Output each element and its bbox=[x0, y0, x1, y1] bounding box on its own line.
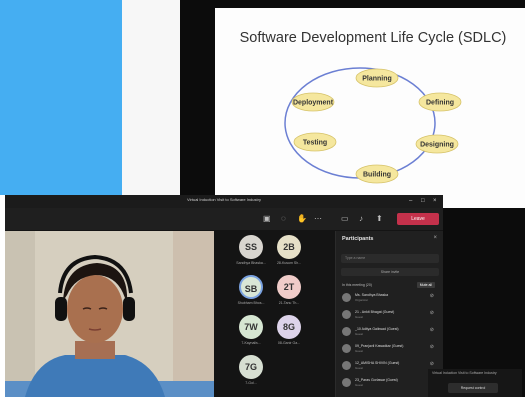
phase-label: Building bbox=[363, 172, 391, 179]
participant-name: _10 Aditya Gaikwad (Guest) bbox=[355, 327, 399, 331]
participant-role: Guest bbox=[355, 315, 364, 319]
phase-label: Deployment bbox=[293, 100, 334, 107]
participant-tile-name: 7-Gol... bbox=[245, 381, 257, 385]
participant-row[interactable]: 12_AMISHA SHIVIN (Guest) Guest ⊘ bbox=[342, 359, 438, 375]
participant-role: Guest bbox=[355, 332, 364, 336]
phase-label: Planning bbox=[362, 76, 392, 83]
sdlc-cycle-diagram: Planning Defining Designing Building Testing… bbox=[284, 67, 462, 184]
phase-label: Designing bbox=[420, 142, 454, 149]
speaker-video-frame bbox=[5, 231, 214, 397]
mini-window-title: Virtual Induction Visit to Software Indu… bbox=[432, 371, 497, 375]
participant-tile-name: 7-Kaynalis... bbox=[241, 341, 261, 345]
leave-button-label: Leave bbox=[411, 216, 425, 222]
participant-tile[interactable]: 8G 08-Ganir Ga... bbox=[271, 315, 307, 345]
mic-muted-icon: ⊘ bbox=[429, 293, 434, 299]
more-options-icon[interactable]: ⋯ bbox=[314, 214, 322, 224]
speaker-video bbox=[5, 231, 214, 397]
mute-all-button[interactable]: Mute all bbox=[416, 282, 435, 288]
share-screen-icon[interactable]: ⬆ bbox=[376, 214, 383, 224]
phase-node-planning: Planning bbox=[355, 68, 399, 88]
mic-muted-icon: ⊘ bbox=[429, 310, 434, 316]
participant-avatar bbox=[342, 327, 351, 336]
request-control-button[interactable]: Request control bbox=[448, 383, 498, 393]
participant-name: Ms. Sandhya Bhaska bbox=[355, 293, 389, 297]
participant-tile[interactable]: 2T 21-Tanu Th... bbox=[271, 275, 307, 305]
close-icon[interactable]: × bbox=[433, 196, 437, 206]
participant-tile[interactable]: 7W 7-Kaynalis... bbox=[233, 315, 269, 345]
share-invite-button[interactable]: Share invite bbox=[341, 268, 439, 276]
participants-icon[interactable]: ▣ bbox=[263, 214, 271, 224]
participant-tile-name: Shubham Bhos... bbox=[237, 301, 265, 305]
participant-initials-avatar: 2B bbox=[277, 235, 301, 259]
participant-initials-avatar: 8G bbox=[277, 315, 301, 339]
mic-muted-icon: ⊘ bbox=[429, 361, 434, 367]
cycle-ring bbox=[284, 67, 436, 179]
participant-role: Organizer bbox=[355, 298, 369, 302]
participant-tile[interactable]: 7G 7-Gol... bbox=[233, 355, 269, 385]
leave-button[interactable]: Leave bbox=[397, 213, 439, 225]
participant-tile-name: 28-Kusum Sh... bbox=[276, 261, 302, 265]
participant-name: 21 - Ankit Bhagat (Guest) bbox=[355, 310, 395, 314]
meeting-window: Virtual Induction Visit to Software Indu… bbox=[5, 195, 443, 397]
participant-initials-avatar: 2T bbox=[277, 275, 301, 299]
participant-name: 12_AMISHA SHIVIN (Guest) bbox=[355, 361, 400, 365]
participant-avatar bbox=[342, 310, 351, 319]
screen: Software Development Life Cycle (SDLC) P… bbox=[0, 0, 525, 397]
participant-row[interactable]: 21 - Ankit Bhagat (Guest) Guest ⊘ bbox=[342, 308, 438, 324]
participant-role: Guest bbox=[355, 366, 364, 370]
participant-tiles: SS Sandhya Bhaska... 2B 28-Kusum Sh... SB Shu… bbox=[227, 235, 335, 397]
meeting-toolbar: ▣ ◌ ✋ ⋯ ▭ ♪ ⬆ Leave bbox=[5, 208, 443, 230]
desktop-background-blue bbox=[0, 0, 122, 195]
mic-muted-icon: ⊘ bbox=[429, 344, 434, 350]
phase-label: Defining bbox=[426, 100, 454, 107]
participant-row[interactable]: 09_Pranjavli Kawadkar (Guest) Guest ⊘ bbox=[342, 342, 438, 358]
in-meeting-section-header[interactable]: In this meeting (20) bbox=[342, 283, 372, 287]
mini-share-window: Virtual Induction Visit to Software Indu… bbox=[428, 369, 522, 397]
chat-icon[interactable]: ◌ bbox=[281, 214, 286, 224]
presentation-slide: Software Development Life Cycle (SDLC) P… bbox=[215, 8, 525, 208]
participant-role: Guest bbox=[355, 383, 364, 387]
participant-tile-name: 08-Ganir Ga... bbox=[277, 341, 301, 345]
participant-name: 09_Pranjavli Kawadkar (Guest) bbox=[355, 344, 404, 348]
meeting-titlebar: Virtual Induction Visit to Software Indu… bbox=[5, 195, 443, 208]
desktop-background-panel bbox=[122, 0, 180, 195]
participant-role: Guest bbox=[355, 349, 364, 353]
participant-avatar bbox=[342, 293, 351, 302]
reactions-icon[interactable]: ✋ bbox=[297, 214, 307, 224]
mic-muted-icon: ⊘ bbox=[429, 327, 434, 333]
participant-initials-avatar: 7G bbox=[239, 355, 263, 379]
participants-panel: Participants × Type a name Share invite … bbox=[335, 231, 443, 397]
phase-label: Testing bbox=[303, 140, 327, 147]
panel-close-icon[interactable]: × bbox=[433, 235, 437, 241]
phase-node-designing: Designing bbox=[415, 134, 459, 154]
participant-avatar bbox=[342, 344, 351, 353]
participant-row[interactable]: 23_Paras Gorlawar (Guest)Guest⊘ bbox=[342, 376, 438, 392]
participant-avatar bbox=[342, 361, 351, 370]
participant-tile[interactable]: SS Sandhya Bhaska... bbox=[233, 235, 269, 265]
participant-row[interactable]: Ms. Sandhya Bhaska Organizer ⊘ bbox=[342, 291, 438, 307]
camera-icon[interactable]: ▭ bbox=[341, 214, 349, 224]
minimize-icon[interactable]: – bbox=[409, 196, 412, 206]
participant-initials-avatar: SS bbox=[239, 235, 263, 259]
participant-tile[interactable]: SB Shubham Bhos... bbox=[233, 275, 269, 305]
participant-tile-name: Sandhya Bhaska... bbox=[236, 261, 266, 265]
participant-tile-name: 21-Tanu Th... bbox=[278, 301, 300, 305]
participant-initials-avatar: 7W bbox=[239, 315, 263, 339]
microphone-icon[interactable]: ♪ bbox=[359, 214, 363, 224]
participant-tile[interactable]: 2B 28-Kusum Sh... bbox=[271, 235, 307, 265]
phase-node-defining: Defining bbox=[418, 92, 462, 112]
maximize-icon[interactable]: □ bbox=[421, 196, 425, 206]
phase-node-building: Building bbox=[355, 164, 399, 184]
phase-node-deployment: Deployment bbox=[291, 92, 335, 112]
participant-search-input[interactable]: Type a name bbox=[341, 254, 439, 263]
participant-row[interactable]: _10 Aditya Gaikwad (Guest) Guest ⊘ bbox=[342, 325, 438, 341]
phase-node-testing: Testing bbox=[293, 132, 337, 152]
participant-avatar bbox=[342, 378, 351, 387]
participants-panel-title: Participants bbox=[342, 236, 374, 242]
participant-name: 23_Paras Gorlawar (Guest) bbox=[355, 378, 398, 382]
participant-initials-avatar: SB bbox=[239, 275, 263, 299]
meeting-window-title: Virtual Induction Visit to Software Indu… bbox=[187, 197, 261, 202]
